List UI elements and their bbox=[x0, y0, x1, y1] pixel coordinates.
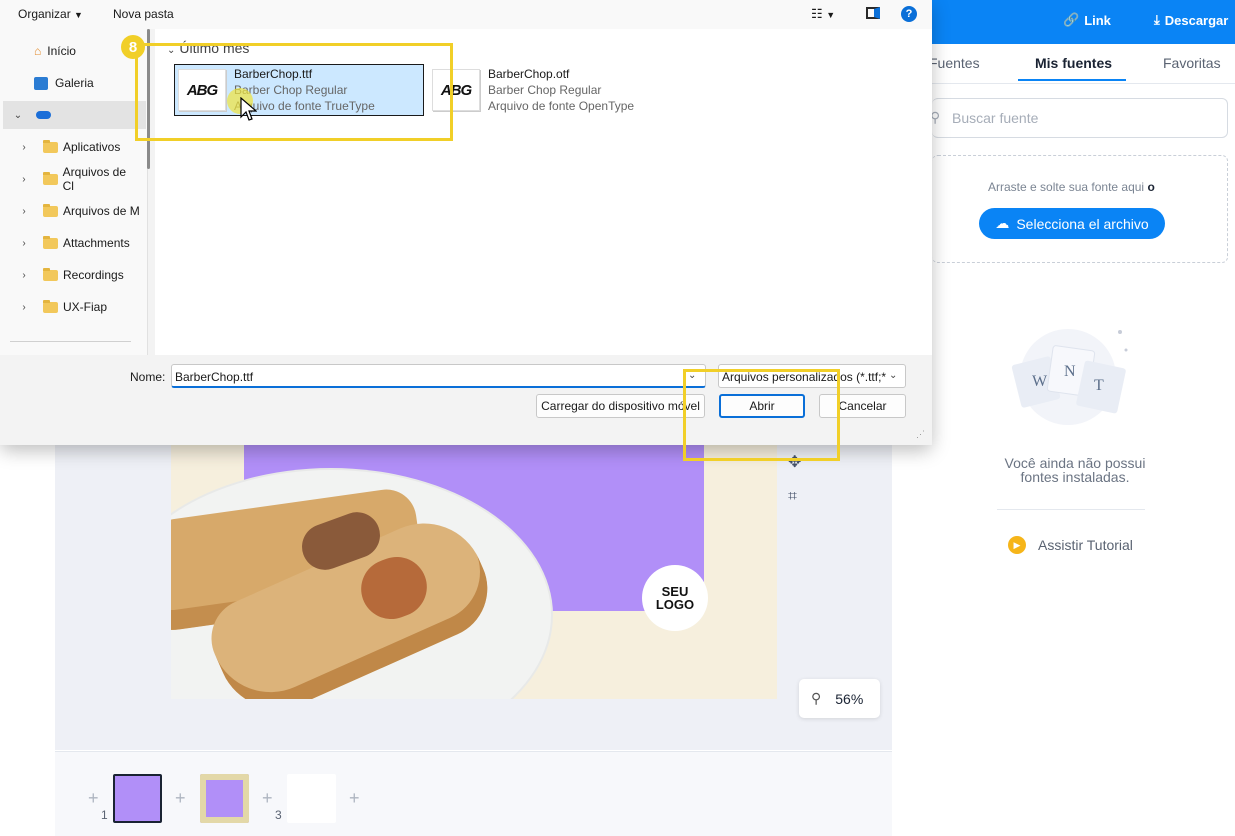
page-thumbnail-1[interactable] bbox=[113, 774, 162, 823]
folder-icon bbox=[43, 203, 58, 217]
nav-divider bbox=[10, 341, 131, 342]
page-strip: + 1 + + 3 + bbox=[55, 751, 892, 836]
chevron-right-icon: › bbox=[22, 173, 26, 185]
highlight-box-open bbox=[683, 369, 840, 461]
active-tab-indicator bbox=[1018, 79, 1126, 81]
nav-item-attachments[interactable]: › Attachments bbox=[0, 229, 140, 257]
link-icon: 🔗 bbox=[1063, 12, 1080, 27]
navigation-pane: ⌂ Início Galeria ⌄ › Aplicativos › Arqui… bbox=[0, 29, 148, 355]
svg-text:T: T bbox=[1094, 377, 1104, 394]
nav-item-arquivos-cl[interactable]: › Arquivos de Cl bbox=[0, 165, 140, 193]
play-icon: ▶ bbox=[1008, 536, 1026, 554]
nav-item-aplicativos[interactable]: › Aplicativos bbox=[0, 133, 140, 161]
svg-text:N: N bbox=[1064, 363, 1076, 380]
font-search-input[interactable]: ⚲ Buscar fuente bbox=[930, 98, 1228, 138]
add-page-icon[interactable]: + bbox=[175, 788, 186, 809]
add-page-icon[interactable]: + bbox=[349, 788, 360, 809]
nav-item-home[interactable]: ⌂ Início bbox=[0, 37, 140, 65]
chevron-right-icon: › bbox=[22, 269, 26, 281]
page-thumbnail-2[interactable] bbox=[200, 774, 249, 823]
upload-from-device-button[interactable]: Carregar do dispositivo móvel bbox=[536, 394, 705, 418]
chevron-down-icon: ⌄ bbox=[889, 370, 898, 381]
svg-text:W: W bbox=[1032, 373, 1048, 390]
link-button[interactable]: 🔗 Link bbox=[1063, 12, 1111, 28]
upload-cloud-icon: ☁ bbox=[995, 215, 1010, 231]
onedrive-icon bbox=[36, 111, 51, 119]
home-icon: ⌂ bbox=[34, 44, 42, 58]
tab-favoritas[interactable]: Favoritas bbox=[1163, 55, 1221, 71]
nav-item-arquivos-m[interactable]: › Arquivos de M bbox=[0, 197, 140, 225]
help-icon[interactable]: ? bbox=[901, 6, 917, 22]
nav-item-gallery[interactable]: Galeria bbox=[0, 69, 140, 97]
nav-item-recordings[interactable]: › Recordings bbox=[0, 261, 140, 289]
filename-label: Nome: bbox=[130, 370, 166, 384]
preview-pane-icon[interactable] bbox=[866, 7, 880, 19]
view-options-icon[interactable]: ☷ ▼ bbox=[811, 6, 835, 22]
empty-fonts-illustration: W N T bbox=[1011, 329, 1128, 425]
divider bbox=[997, 509, 1145, 510]
nav-item-ux-fiap[interactable]: › UX-Fiap bbox=[0, 293, 140, 321]
step-badge: 8 bbox=[121, 35, 145, 59]
file-item-barberchop-otf[interactable]: ABG BarberChop.otf Barber Chop Regular A… bbox=[432, 64, 662, 116]
chevron-right-icon: › bbox=[22, 141, 26, 153]
no-fonts-message: Você ainda não possui fontes instaladas. bbox=[1004, 455, 1146, 485]
chevron-right-icon: › bbox=[22, 237, 26, 249]
folder-icon bbox=[42, 171, 58, 185]
folder-icon bbox=[43, 235, 58, 249]
crop-tool-icon[interactable]: ⌗ bbox=[788, 488, 797, 506]
filename-input[interactable]: BarberChop.ttf ⌄ bbox=[171, 364, 706, 388]
highlight-box-file bbox=[135, 43, 453, 141]
add-page-icon[interactable]: + bbox=[88, 788, 99, 809]
font-tabs: Fuentes Mis fuentes Favoritas bbox=[929, 44, 1235, 84]
folder-icon bbox=[43, 299, 58, 313]
dropzone-text: Arraste e solte sua fonte aqui o bbox=[988, 180, 1155, 194]
tab-mis-fuentes[interactable]: Mis fuentes bbox=[1035, 55, 1112, 71]
logo-placeholder[interactable]: SEU LOGO bbox=[642, 565, 708, 631]
font-dropzone[interactable]: Arraste e solte sua fonte aqui o ☁ Selec… bbox=[932, 155, 1228, 263]
resize-grip-icon[interactable]: ⋰ bbox=[916, 429, 925, 440]
page-thumbnail-3[interactable] bbox=[287, 774, 336, 823]
chevron-down-icon: ⌄ bbox=[13, 109, 23, 121]
watch-tutorial-link[interactable]: ▶ Assistir Tutorial bbox=[1008, 536, 1133, 554]
dialog-command-bar: Organizar ▼ Nova pasta ☷ ▼ ? bbox=[0, 0, 932, 29]
editor-topbar: 🔗 Link ⤓ Descargar bbox=[932, 0, 1235, 44]
chevron-right-icon: › bbox=[22, 205, 26, 217]
gallery-icon bbox=[34, 76, 48, 90]
download-icon: ⤓ bbox=[1154, 12, 1160, 27]
add-page-icon[interactable]: + bbox=[262, 788, 273, 809]
download-button[interactable]: ⤓ Descargar bbox=[1154, 12, 1228, 28]
new-folder-button[interactable]: Nova pasta bbox=[113, 7, 174, 21]
folder-icon bbox=[43, 267, 58, 281]
select-file-button[interactable]: ☁ Selecciona el archivo bbox=[979, 208, 1165, 239]
zoom-control[interactable]: ⚲ 56% bbox=[799, 679, 880, 718]
chevron-right-icon: › bbox=[22, 301, 26, 313]
folder-icon bbox=[43, 139, 58, 153]
zoom-icon: ⚲ bbox=[811, 690, 822, 706]
nav-item-onedrive[interactable]: ⌄ bbox=[3, 101, 146, 129]
design-canvas[interactable]: SEU LOGO bbox=[171, 445, 777, 699]
tab-fuentes[interactable]: Fuentes bbox=[929, 55, 980, 71]
organize-menu[interactable]: Organizar ▼ bbox=[18, 7, 83, 21]
